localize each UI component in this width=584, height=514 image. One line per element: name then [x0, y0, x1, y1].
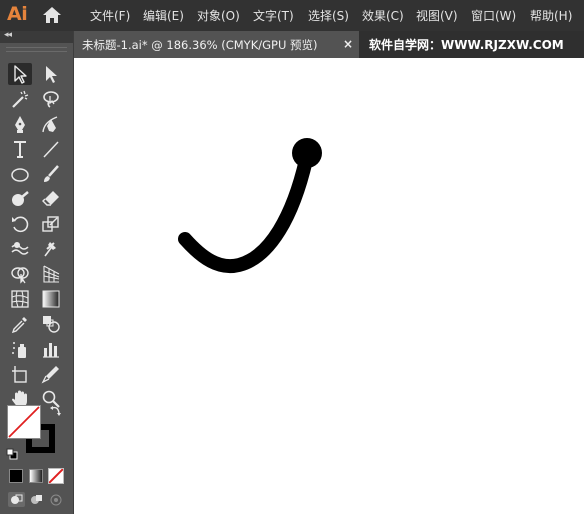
scale-tool-icon[interactable] — [39, 213, 63, 235]
menu-help[interactable]: 帮助(H) — [530, 7, 572, 24]
lasso-tool-icon[interactable] — [39, 88, 63, 110]
shaper-tool-icon[interactable] — [8, 188, 32, 210]
collapse-icon[interactable]: ◂◂ — [4, 30, 12, 40]
magic-wand-tool-icon[interactable] — [8, 88, 32, 110]
draw-normal-icon[interactable] — [8, 492, 25, 507]
draw-behind-icon[interactable] — [28, 492, 45, 507]
slice-tool-icon[interactable] — [39, 363, 63, 385]
blend-tool-icon[interactable] — [39, 313, 63, 335]
fill-swatch[interactable] — [7, 405, 41, 439]
none-mode-button[interactable] — [48, 468, 64, 484]
ellipse-tool-icon[interactable] — [8, 163, 32, 185]
menu-type[interactable]: 文字(T) — [253, 7, 294, 24]
paintbrush-tool-icon[interactable] — [39, 163, 63, 185]
selection-tool-icon[interactable] — [8, 63, 32, 85]
menu-select[interactable]: 选择(S) — [308, 7, 349, 24]
menu-edit[interactable]: 编辑(E) — [143, 7, 184, 24]
eraser-tool-icon[interactable] — [39, 188, 63, 210]
puppet-warp-tool-icon[interactable] — [39, 238, 63, 260]
line-segment-tool-icon[interactable] — [39, 138, 63, 160]
default-fill-stroke-icon[interactable] — [6, 445, 18, 460]
shape-builder-tool-icon[interactable] — [8, 263, 32, 285]
endpoint-dot[interactable] — [292, 138, 322, 168]
swap-fill-stroke-icon[interactable] — [49, 403, 63, 417]
curved-stroke-path[interactable] — [178, 153, 313, 274]
color-mode-button[interactable] — [9, 469, 23, 483]
tools-panel: ◂◂ — [0, 30, 74, 514]
menu-window[interactable]: 窗口(W) — [471, 7, 516, 24]
perspective-grid-tool-icon[interactable] — [39, 263, 63, 285]
document-tab[interactable]: 未标题-1.ai* @ 186.36% (CMYK/GPU 预览) × — [74, 31, 359, 58]
tools-panel-header: ◂◂ — [0, 30, 73, 43]
mesh-tool-icon[interactable] — [8, 288, 32, 310]
app-logo: Ai — [7, 3, 28, 25]
artboard-tool-icon[interactable] — [8, 363, 32, 385]
column-graph-tool-icon[interactable] — [39, 338, 63, 360]
gradient-mode-button[interactable] — [29, 469, 43, 483]
curvature-tool-icon[interactable] — [39, 113, 63, 135]
home-icon[interactable] — [42, 6, 62, 24]
menu-file[interactable]: 文件(F) — [90, 7, 130, 24]
watermark-text: 软件自学网：WWW.RJZXW.COM — [369, 38, 564, 52]
document-tab-title: 未标题-1.ai* @ 186.36% (CMYK/GPU 预览) — [82, 38, 318, 52]
panel-grip[interactable] — [6, 47, 67, 52]
symbol-sprayer-tool-icon[interactable] — [8, 338, 32, 360]
rotate-tool-icon[interactable] — [8, 213, 32, 235]
menu-effect[interactable]: 效果(C) — [362, 7, 404, 24]
type-tool-icon[interactable] — [8, 138, 32, 160]
draw-inside-icon[interactable] — [48, 492, 65, 507]
direct-selection-tool-icon[interactable] — [39, 63, 63, 85]
artboard-canvas[interactable] — [74, 58, 584, 514]
eyedropper-tool-icon[interactable] — [8, 313, 32, 335]
close-icon[interactable]: × — [343, 37, 353, 51]
gradient-tool-icon[interactable] — [39, 288, 63, 310]
warp-tool-icon[interactable] — [8, 238, 32, 260]
pen-tool-icon[interactable] — [8, 113, 32, 135]
document-tab-bar: 未标题-1.ai* @ 186.36% (CMYK/GPU 预览) × 软件自学… — [74, 31, 584, 58]
menu-bar: Ai 文件(F) 编辑(E) 对象(O) 文字(T) 选择(S) 效果(C) 视… — [0, 0, 584, 31]
menu-view[interactable]: 视图(V) — [416, 7, 458, 24]
menu-object[interactable]: 对象(O) — [197, 7, 240, 24]
